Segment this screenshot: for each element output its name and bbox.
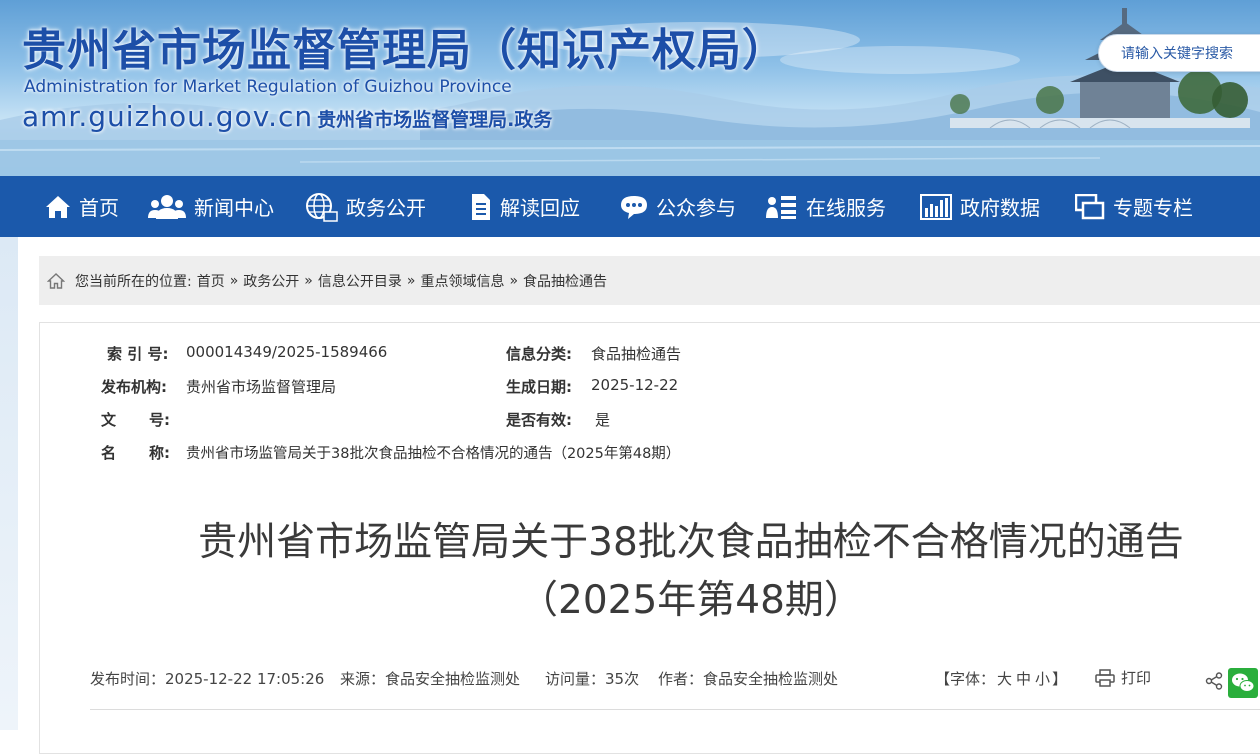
nav-label: 公众参与: [656, 196, 736, 220]
nav-item-online-service[interactable]: 在线服务: [766, 176, 886, 237]
date-value: 2025-12-22: [591, 376, 679, 394]
nav-item-interpretation[interactable]: 解读回应: [468, 176, 580, 237]
article-author: 作者：食品安全抽检监测处: [658, 670, 839, 688]
name-label-char: 名: [101, 444, 117, 462]
share-icon[interactable]: [1205, 672, 1223, 690]
nav-item-news[interactable]: 新闻中心: [148, 176, 274, 237]
date-label: 生成日期:: [506, 378, 572, 396]
site-domain: amr.guizhou.gov.cn 贵州省市场监督管理局.政务: [22, 100, 552, 133]
visit-count: 访问量：35次: [545, 670, 640, 688]
home-outline-icon: [47, 272, 65, 289]
valid-label: 是否有效:: [506, 411, 572, 429]
left-decoration: [0, 237, 18, 730]
breadcrumb: 您当前所在的位置: 首页 » 政务公开 » 信息公开目录 » 重点领域信息 » …: [39, 256, 1260, 305]
domain-url: amr.guizhou.gov.cn: [22, 100, 314, 133]
font-size-close: 】: [1052, 670, 1068, 688]
breadcrumb-info-catalog[interactable]: 信息公开目录: [318, 271, 402, 291]
breadcrumb-gov-affairs[interactable]: 政务公开: [243, 271, 299, 291]
home-icon: [46, 195, 70, 218]
breadcrumb-separator: »: [406, 272, 416, 289]
index-value: 000014349/2025-1589466: [186, 343, 388, 361]
article-title-line1: 贵州省市场监管局关于38批次食品抽检不合格情况的通告: [198, 520, 1184, 565]
nav-label: 政务公开: [346, 196, 426, 220]
font-small-button[interactable]: 小: [1035, 670, 1050, 688]
docno-label: 号:: [149, 411, 170, 429]
font-medium-button[interactable]: 中: [1016, 670, 1031, 688]
nav-item-special-topics[interactable]: 专题专栏: [1075, 176, 1193, 237]
chat-bubble-icon: [621, 195, 647, 219]
font-size-control: 【字体：大中小】: [935, 668, 1067, 689]
nav-item-gov-affairs[interactable]: 政务公开: [304, 176, 426, 237]
category-label: 信息分类:: [506, 345, 572, 363]
windows-icon: [1075, 193, 1105, 219]
wechat-share-button[interactable]: [1228, 668, 1258, 698]
publisher-value: 贵州省市场监督管理局: [186, 378, 337, 396]
breadcrumb-key-areas[interactable]: 重点领域信息: [420, 271, 504, 291]
font-large-button[interactable]: 大: [997, 670, 1012, 688]
bar-chart-icon: [920, 193, 952, 220]
nav-label: 政府数据: [960, 196, 1040, 220]
breadcrumb-separator: »: [304, 272, 313, 289]
name-value: 贵州省市场监管局关于38批次食品抽检不合格情况的通告（2025年第48期）: [186, 446, 681, 462]
globe-icon: [306, 192, 338, 222]
nav-label: 专题专栏: [1113, 196, 1193, 220]
breadcrumb-separator: »: [229, 272, 239, 289]
nav-label: 在线服务: [806, 196, 886, 220]
meta-divider: [90, 709, 1260, 710]
breadcrumb-home[interactable]: 首页: [197, 271, 225, 291]
index-label: 索 引 号:: [107, 345, 169, 363]
gov-suffix: 贵州省市场监督管理局.政务: [317, 109, 553, 131]
breadcrumb-prefix: 您当前所在的位置:: [75, 273, 192, 290]
article-title-line2: （2025年第48期）: [519, 578, 863, 623]
docno-label-char: 文: [101, 411, 117, 429]
print-label: 打印: [1121, 669, 1152, 687]
font-size-label: 【字体：: [935, 670, 996, 688]
article-title: 贵州省市场监管局关于38批次食品抽检不合格情况的通告 （2025年第48期）: [150, 514, 1232, 630]
breadcrumb-food-inspection[interactable]: 食品抽检通告: [523, 271, 607, 291]
nav-item-participation[interactable]: 公众参与: [620, 176, 736, 237]
publisher-label: 发布机构:: [101, 378, 167, 396]
site-english-name: Administration for Market Regulation of …: [24, 77, 512, 97]
print-button[interactable]: 打印: [1095, 667, 1151, 688]
nav-label: 新闻中心: [194, 196, 274, 220]
nav-label: 首页: [79, 196, 119, 220]
document-icon: [472, 193, 490, 220]
printer-icon: [1095, 668, 1115, 687]
article-source: 来源：食品安全抽检监测处: [340, 670, 521, 688]
search-input[interactable]: 请输入关键字搜索: [1098, 34, 1260, 72]
nav-item-gov-data[interactable]: 政府数据: [920, 176, 1040, 237]
wechat-icon: [1232, 673, 1255, 692]
category-value: 食品抽检通告: [591, 345, 682, 363]
publish-time: 发布时间：2025-12-22 17:05:26: [90, 670, 325, 688]
name-label: 称:: [149, 444, 170, 462]
header-banner: 贵州省市场监督管理局（知识产权局） Administration for Mar…: [0, 0, 1260, 176]
user-list-icon: [766, 195, 796, 219]
valid-value: 是: [595, 411, 611, 429]
nav-item-home[interactable]: 首页: [45, 176, 119, 237]
article-panel: 索 引 号: 000014349/2025-1589466 信息分类: 食品抽检…: [39, 322, 1260, 754]
people-icon: [148, 194, 186, 219]
breadcrumb-separator: »: [509, 272, 519, 289]
site-title: 贵州省市场监督管理局（知识产权局）: [22, 25, 787, 76]
nav-label: 解读回应: [500, 196, 580, 220]
main-nav: 首页 新闻中心 政务公开 解读回应 公众参与 在线服务 政府数据 专题专栏: [0, 176, 1260, 237]
